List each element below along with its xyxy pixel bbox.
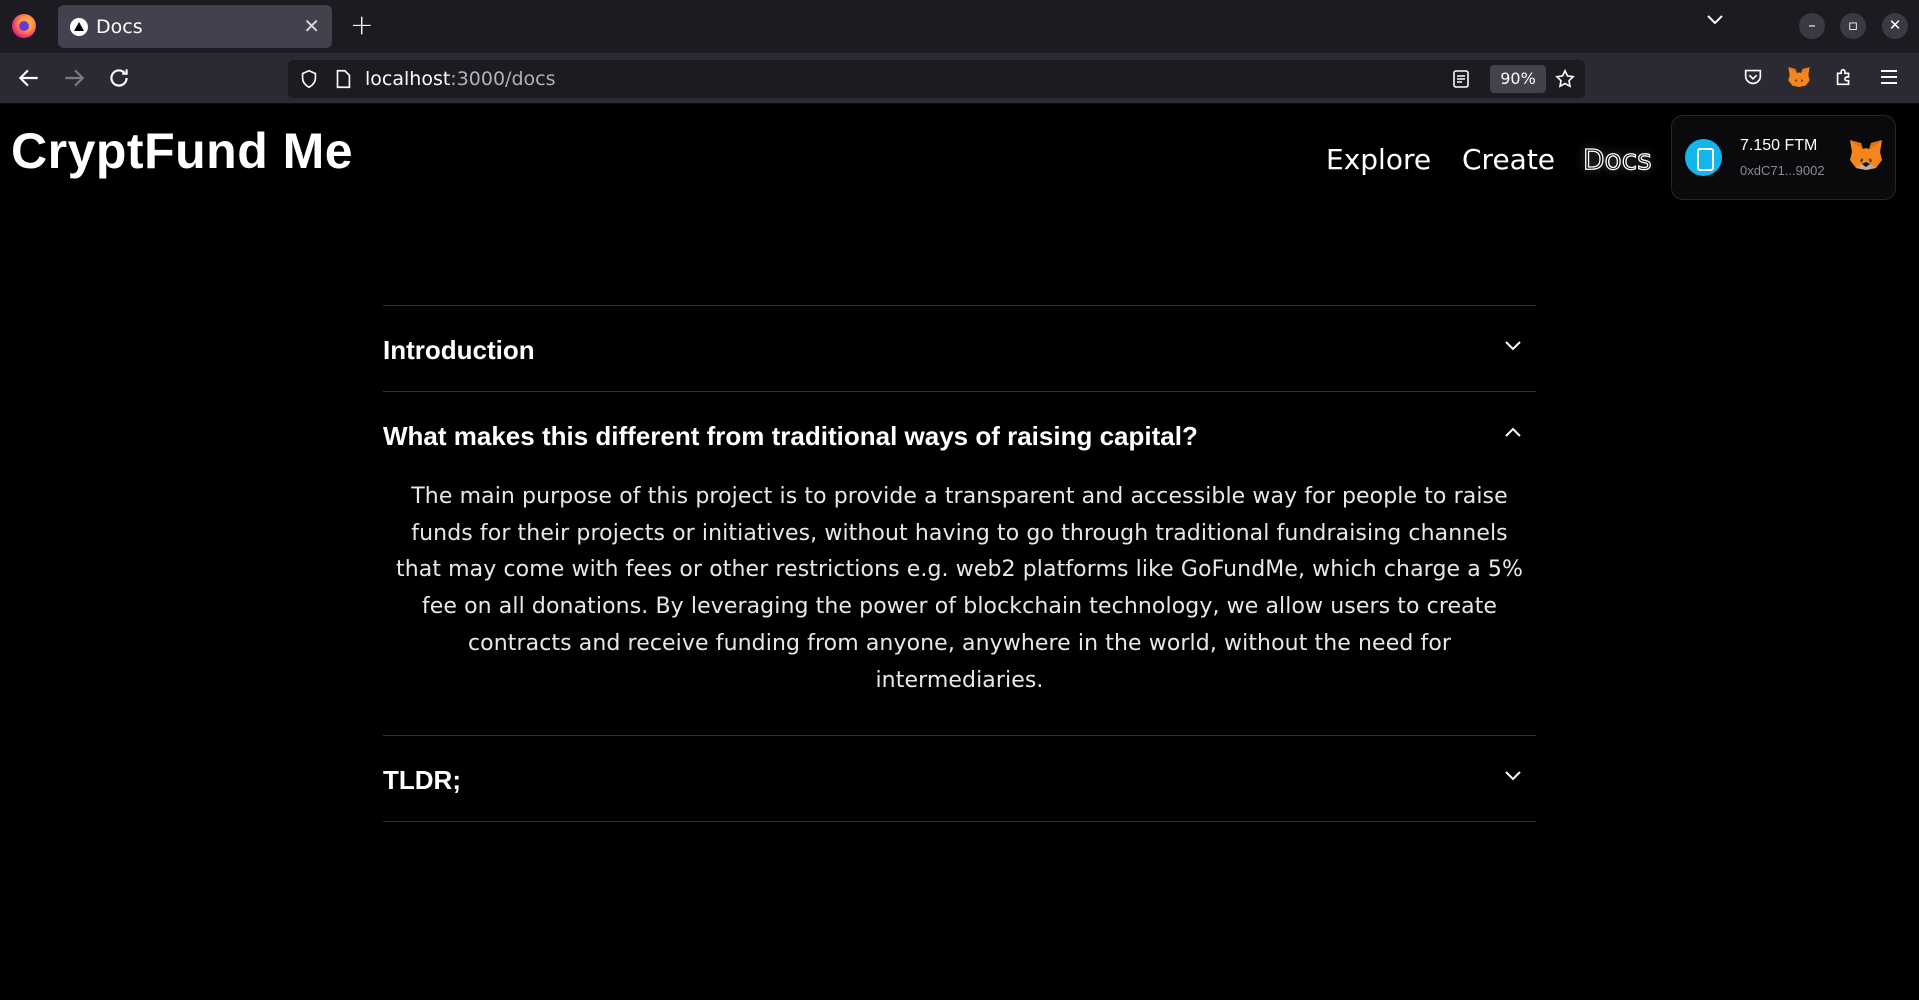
- back-arrow-icon[interactable]: [16, 65, 42, 91]
- restore-window-icon[interactable]: ▫: [1840, 13, 1866, 39]
- url-host: localhost: [365, 68, 451, 90]
- browser-tabbar: Docs ✕ + – ▫ ✕: [0, 0, 1919, 53]
- browser-toolbar: localhost:3000/docs 90%: [0, 53, 1919, 104]
- metamask-fox-icon: [1850, 140, 1882, 170]
- fantom-token-icon: [1685, 139, 1722, 176]
- tab-list-chevron-icon[interactable]: [1706, 14, 1724, 26]
- tab-close-button[interactable]: ✕: [303, 14, 320, 38]
- minimize-window-icon[interactable]: –: [1799, 13, 1825, 39]
- divider: [383, 821, 1536, 823]
- bookmark-star-icon[interactable]: [1554, 68, 1576, 90]
- wallet-button[interactable]: 7.150 FTM 0xdC71...9002: [1671, 115, 1896, 200]
- accordion-item-tldr[interactable]: TLDR;: [383, 736, 1536, 821]
- close-window-icon[interactable]: ✕: [1882, 13, 1908, 39]
- browser-tab-docs[interactable]: Docs ✕: [58, 5, 332, 48]
- url-bar[interactable]: localhost:3000/docs 90%: [288, 60, 1585, 98]
- zoom-level-badge[interactable]: 90%: [1490, 65, 1546, 93]
- url-text[interactable]: localhost:3000/docs: [365, 68, 555, 90]
- chevron-down-icon[interactable]: [1504, 340, 1522, 352]
- hamburger-menu-icon[interactable]: [1879, 67, 1899, 87]
- site-title[interactable]: CryptFund Me: [11, 122, 353, 180]
- wallet-address: 0xdC71...9002: [1740, 163, 1825, 178]
- firefox-logo-icon[interactable]: [12, 14, 36, 38]
- nav-link-explore[interactable]: Explore: [1326, 143, 1431, 176]
- accordion-title[interactable]: What makes this different from tradition…: [383, 421, 1198, 452]
- reader-view-icon[interactable]: [1451, 69, 1471, 89]
- wallet-balance: 7.150 FTM: [1740, 137, 1818, 154]
- new-tab-button[interactable]: +: [350, 8, 373, 41]
- accordion-item-introduction[interactable]: Introduction: [383, 306, 1536, 391]
- url-path: :3000/docs: [450, 68, 556, 90]
- chevron-down-icon[interactable]: [1504, 770, 1522, 782]
- accordion-body: The main purpose of this project is to p…: [395, 484, 1524, 693]
- accordion-title[interactable]: Introduction: [383, 335, 535, 366]
- extensions-puzzle-icon[interactable]: [1833, 66, 1855, 88]
- metamask-extension-icon[interactable]: [1787, 65, 1811, 89]
- nav-link-docs[interactable]: Docs: [1582, 142, 1652, 176]
- page-icon[interactable]: [333, 68, 353, 90]
- site-favicon-icon: [70, 18, 88, 36]
- forward-arrow-icon[interactable]: [61, 65, 87, 91]
- chevron-up-icon[interactable]: [1504, 426, 1522, 438]
- reload-icon[interactable]: [106, 65, 132, 91]
- pocket-icon[interactable]: [1742, 66, 1764, 88]
- accordion-item-different[interactable]: What makes this different from tradition…: [383, 392, 1536, 477]
- shield-icon[interactable]: [298, 68, 320, 90]
- accordion-title[interactable]: TLDR;: [383, 765, 461, 796]
- nav-link-create[interactable]: Create: [1462, 143, 1555, 176]
- tab-title: Docs: [96, 16, 143, 38]
- docs-accordion: Introduction What makes this different f…: [383, 305, 1536, 823]
